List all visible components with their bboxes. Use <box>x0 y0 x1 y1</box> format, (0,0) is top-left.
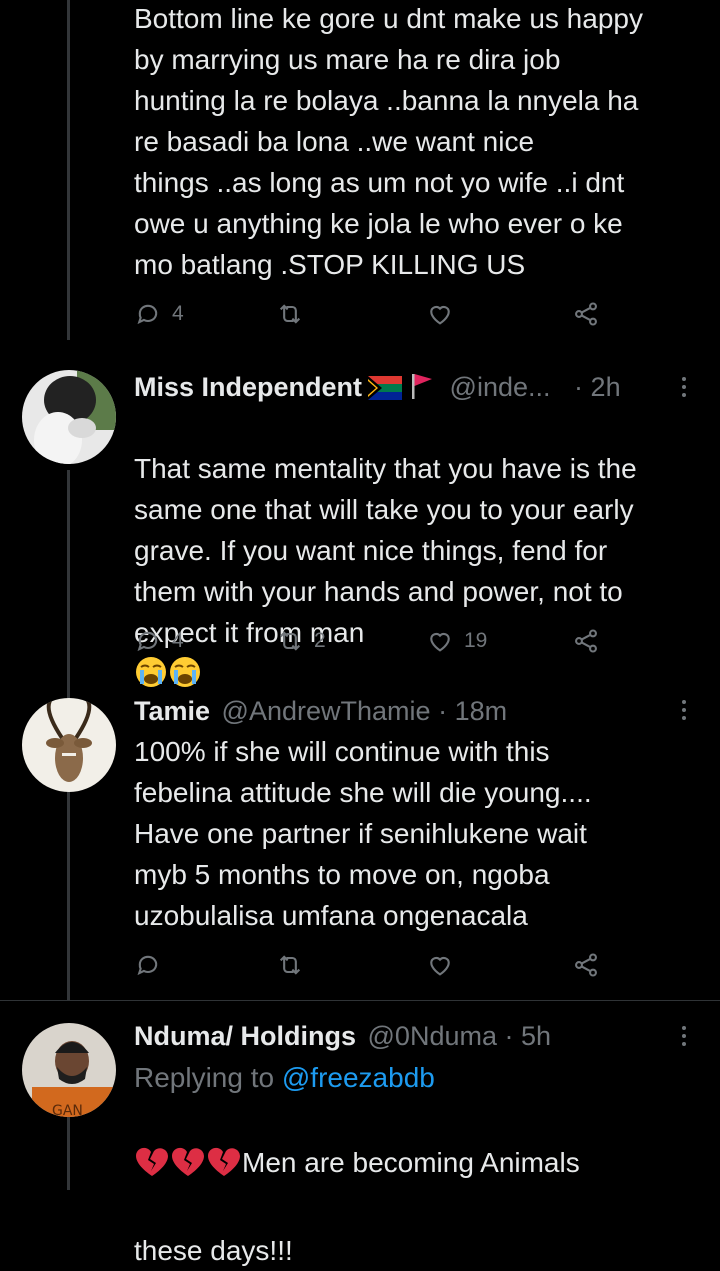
display-name[interactable]: Nduma/ Holdings <box>134 1021 356 1051</box>
separator-dot: · <box>574 372 584 402</box>
replying-to-handle[interactable]: @freezabdb <box>282 1062 435 1093</box>
tweet-text-line: these days!!! <box>134 1235 293 1266</box>
share-icon <box>575 302 597 326</box>
retweet-icon <box>279 631 301 651</box>
heart-icon <box>430 632 450 652</box>
heart-icon <box>430 305 450 325</box>
red-flag-icon <box>410 372 434 405</box>
timestamp[interactable]: 5h <box>521 1021 551 1051</box>
timestamp[interactable]: 18m <box>455 696 508 726</box>
share-icon <box>575 629 597 653</box>
avatar[interactable]: GAN <box>22 1023 116 1117</box>
reply-button[interactable]: 4 <box>134 621 184 661</box>
reply-count: 4 <box>172 629 184 652</box>
share-button[interactable] <box>572 294 600 334</box>
tweet[interactable]: Miss Independent @inde... · 2h That same… <box>0 345 720 687</box>
reply-count: 4 <box>172 302 184 325</box>
retweet-button[interactable] <box>276 294 304 334</box>
south-africa-flag-icon <box>368 373 403 405</box>
share-button[interactable] <box>572 945 600 985</box>
avatar-image: GAN <box>22 1023 116 1117</box>
retweet-button[interactable]: 2 <box>276 621 326 661</box>
display-name[interactable]: Miss Independent <box>134 372 362 402</box>
share-icon <box>575 953 597 977</box>
reply-button[interactable]: 4 <box>134 294 184 334</box>
reply-icon <box>137 304 158 325</box>
like-count: 19 <box>464 629 488 652</box>
more-options-icon[interactable] <box>674 695 694 725</box>
avatar-shirt-text: GAN <box>52 1103 83 1117</box>
replying-to: Replying to @freezabdb <box>134 1060 692 1096</box>
tweet-text-content: That same mentality that you have is the… <box>134 453 637 648</box>
more-options-icon[interactable] <box>674 1021 694 1051</box>
user-handle[interactable]: @0Nduma <box>368 1021 497 1051</box>
broken-heart-icon <box>206 1146 242 1189</box>
user-handle[interactable]: @AndrewThamie <box>222 696 431 726</box>
avatar-image <box>22 698 116 792</box>
separator-dot: · <box>438 696 448 726</box>
like-button[interactable] <box>426 945 454 985</box>
tweet-header: Tamie @AndrewThamie · 18m <box>134 693 692 729</box>
tweet-actions: 4 2 19 <box>134 621 614 661</box>
broken-heart-icon <box>134 1146 170 1189</box>
reply-icon <box>137 955 158 976</box>
tweet[interactable]: GAN Nduma/ Holdings @0Nduma · 5h Replyin… <box>0 1001 720 1266</box>
tweet-header: Nduma/ Holdings @0Nduma · 5h <box>134 1018 692 1054</box>
like-button[interactable]: 19 <box>426 621 487 661</box>
retweet-count: 2 <box>314 629 326 652</box>
user-handle[interactable]: @inde... <box>450 372 551 402</box>
more-options-icon[interactable] <box>674 372 694 402</box>
tweet[interactable]: Tamie @AndrewThamie · 18m 100% if she wi… <box>0 685 720 1000</box>
tweet-actions <box>134 945 614 985</box>
timestamp[interactable]: 2h <box>591 372 621 402</box>
avatar[interactable] <box>22 698 116 792</box>
tweet-text: Men are becoming Animals these days!!! <box>134 1101 704 1271</box>
tweet-text-line: Men are becoming Animals <box>242 1147 580 1178</box>
retweet-button[interactable] <box>276 945 304 985</box>
like-button[interactable] <box>426 294 454 334</box>
avatar[interactable] <box>22 370 116 464</box>
retweet-icon <box>279 955 301 975</box>
retweet-icon <box>279 304 301 324</box>
tweet-text: 100% if she will continue with this febe… <box>134 736 592 931</box>
heart-icon <box>430 956 450 976</box>
reply-icon <box>137 631 158 652</box>
tweet-actions: 4 <box>134 294 614 334</box>
share-button[interactable] <box>572 621 600 661</box>
avatar-image <box>22 370 116 464</box>
broken-heart-icon <box>170 1146 206 1189</box>
replying-to-label: Replying to <box>134 1062 275 1093</box>
display-name[interactable]: Tamie <box>134 696 210 726</box>
separator-dot: · <box>504 1021 514 1051</box>
reply-button[interactable] <box>134 945 162 985</box>
tweet-header: Miss Independent @inde... · 2h <box>134 369 692 405</box>
tweet-text: Bottom line ke gore u dnt make us happy … <box>134 3 643 280</box>
tweet[interactable]: Bottom line ke gore u dnt make us happy … <box>0 0 720 345</box>
